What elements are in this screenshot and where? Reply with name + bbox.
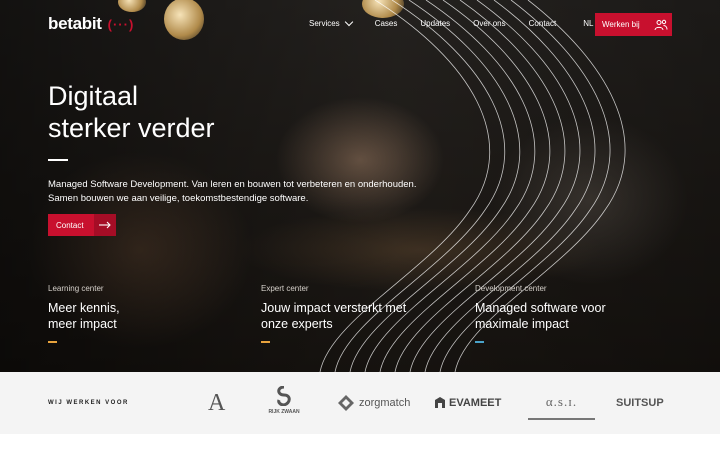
a-serif-logo: A [208,390,225,417]
nav-item-label: Services [309,19,340,28]
card-accent-bar [261,341,270,343]
expert-center-card[interactable]: Expert center Jouw impact versterkt met … [261,284,451,343]
werken-bij-label: Werken bij [602,20,640,29]
nav-item-over-ons[interactable]: Over ons [473,19,505,28]
card-accent-bar [475,341,484,343]
nav-item-label: Cases [374,19,398,28]
rijk-zwaan-logo: RIJK ZWAAN [268,385,300,415]
development-center-card[interactable]: Development center Managed software voor… [475,284,665,343]
brand-name: betabit [48,14,102,33]
arrow-right-icon [94,214,116,236]
evameet-logo: EVAMEET [434,396,501,409]
zorgmatch-logo: zorgmatch [337,394,410,412]
zorgmatch-mark [338,395,354,411]
client-logo-text: RIJK ZWAAN [268,409,300,415]
nav-item-services[interactable]: Services [309,17,353,28]
clients-strip: WIJ WERKEN VOOR A RIJK ZWAAN zorgmatch E… [0,372,720,434]
brand-mark: (···) [107,16,135,32]
nav-item-label: Updates [420,19,451,28]
hero-title-line: sterker verder [48,113,215,143]
language-label: NL [583,19,594,28]
card-title-line: maximale impact [475,317,569,331]
people-icon [654,19,668,30]
card-accent-bar [48,341,57,343]
nav-item-cases[interactable]: Cases [375,19,398,28]
hero-intro-line: Samen bouwen we aan veilige, toekomstbes… [48,192,309,204]
card-title-line: meer impact [48,317,117,331]
active-indicator [528,418,595,420]
rijk-zwaan-mark [277,385,291,407]
main-nav: Services Cases Updates Over ons Contact … [309,17,628,28]
hero-intro-line: Managed Software Development. Van leren … [48,179,417,190]
card-title-line: Jouw impact versterkt met [261,301,407,315]
nav-item-contact[interactable]: Contact [529,19,557,28]
hero-title-line: Digitaal [48,81,139,111]
card-title: Meer kennis, meer impact [48,300,238,332]
card-title-line: Managed software voor [475,301,606,315]
card-title: Managed software voor maximale impact [475,300,665,332]
nav-item-updates[interactable]: Updates [420,19,450,28]
nav-item-label: Over ons [473,19,506,28]
client-logo-text: A [208,390,226,416]
suitsup-logo: SUITSUP [616,397,670,409]
card-kicker: Expert center [261,284,309,293]
evameet-mark [435,397,445,408]
card-title-line: onze experts [261,317,333,331]
clients-label: WIJ WERKEN VOOR [48,400,129,406]
client-logo-text: α.s.ɪ. [545,394,578,409]
brand-logo[interactable]: betabit (···) [48,14,134,34]
card-title: Jouw impact versterkt met onze experts [261,300,451,332]
learning-center-card[interactable]: Learning center Meer kennis, meer impact [48,284,238,343]
client-logo-text: EVAMEET [449,396,502,409]
hero-title: Digitaal sterker verder [48,80,215,144]
title-divider [48,159,68,161]
nav-item-label: Contact [528,19,557,28]
hero-intro: Managed Software Development. Van leren … [48,178,448,205]
card-kicker: Development center [475,284,547,293]
chevron-down-icon [344,17,353,27]
hero-section: betabit (···) Services Cases Updates Ove… [0,0,720,372]
page-bottom-band [0,434,720,450]
werken-bij-button[interactable]: Werken bij [595,13,672,36]
card-title-line: Meer kennis, [48,301,120,315]
contact-button[interactable]: Contact [48,214,116,236]
client-logo-text: zorgmatch [359,397,411,409]
contact-button-label: Contact [56,220,84,230]
card-kicker: Learning center [48,284,104,293]
asi-logo: α.s.ɪ. [528,394,595,420]
client-logo-text: SUITSUP [616,397,664,409]
